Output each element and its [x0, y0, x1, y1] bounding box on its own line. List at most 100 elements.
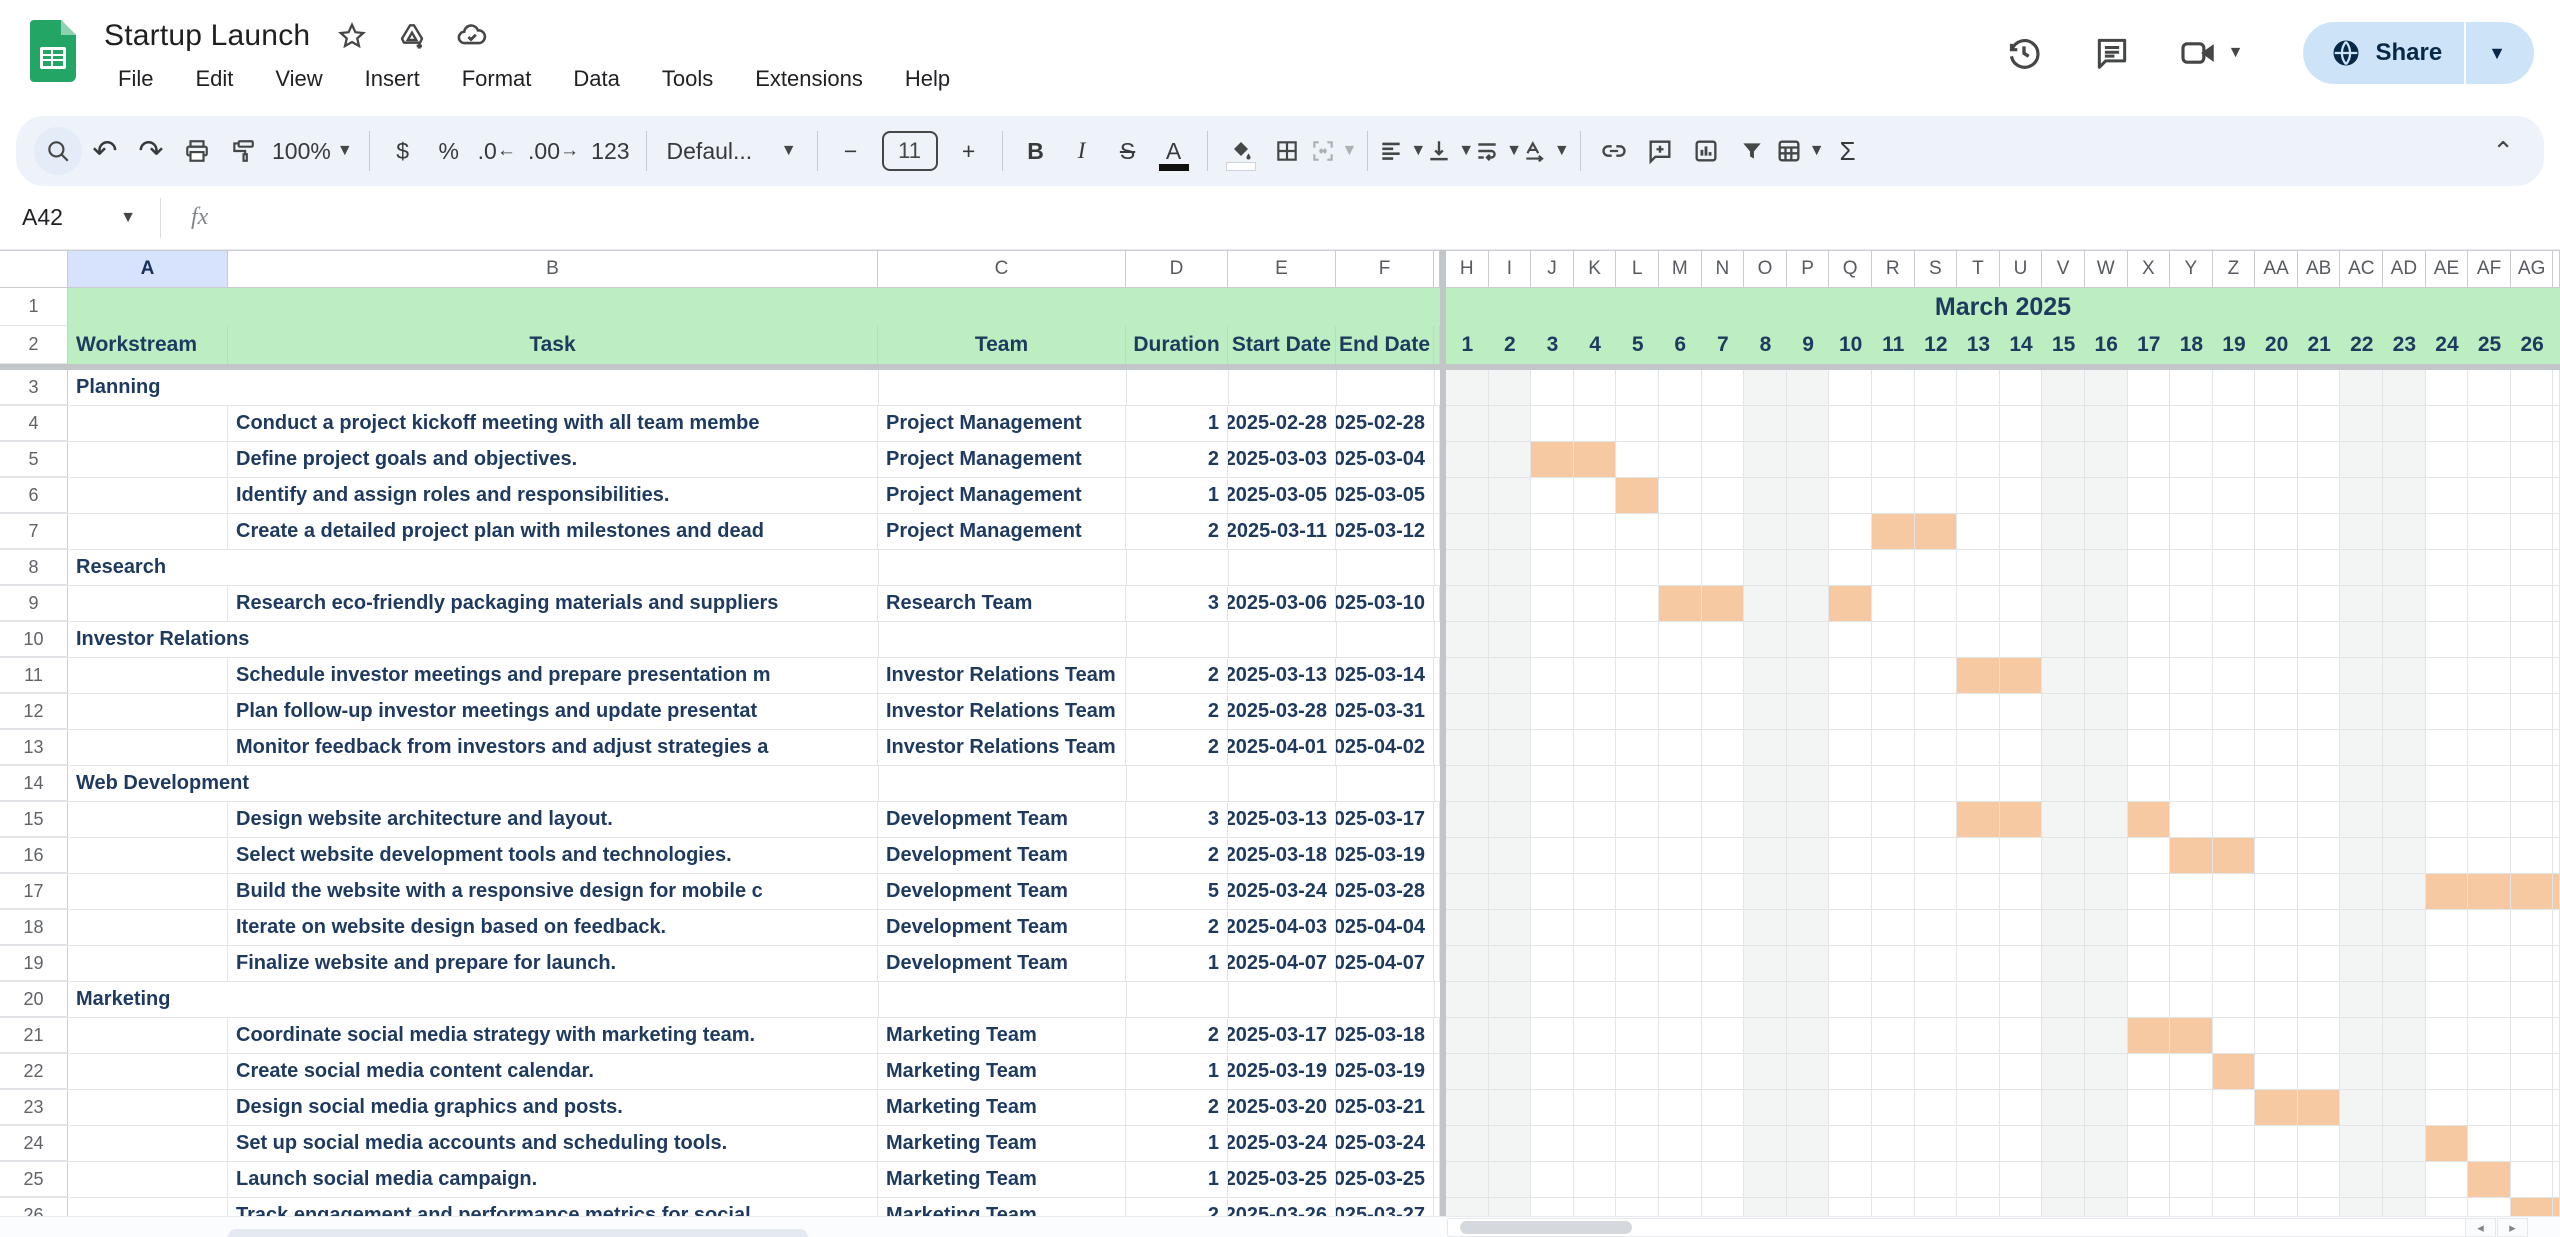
column-header-AB[interactable]: AB	[2298, 250, 2341, 288]
gantt-cell[interactable]	[1489, 1126, 1532, 1161]
cell-duration[interactable]: 5	[1126, 874, 1228, 909]
cell-workstream[interactable]	[68, 1054, 228, 1089]
gantt-cell[interactable]	[2042, 802, 2085, 837]
scrollbar-thumb[interactable]	[1460, 1221, 1632, 1234]
gantt-cell[interactable]	[2511, 1018, 2554, 1053]
gantt-cell[interactable]	[2085, 1054, 2128, 1089]
gantt-cell[interactable]	[1787, 550, 1830, 585]
cell-end-date[interactable]: 2025-03-05	[1336, 478, 1434, 513]
gantt-cell[interactable]	[2426, 514, 2469, 549]
gantt-cell[interactable]	[1702, 1054, 1745, 1089]
gantt-cell[interactable]	[1915, 694, 1958, 729]
cell-start-date[interactable]: 2025-03-05	[1228, 478, 1336, 513]
gantt-cell[interactable]	[1915, 766, 1958, 801]
gantt-cell[interactable]	[2383, 442, 2426, 477]
row-number[interactable]: 18	[0, 910, 68, 945]
gantt-cell[interactable]	[1915, 1090, 1958, 1125]
gantt-cell[interactable]	[1616, 766, 1659, 801]
gantt-cell[interactable]	[2511, 802, 2554, 837]
gantt-cell[interactable]	[1957, 550, 2000, 585]
gantt-cell[interactable]	[1446, 802, 1489, 837]
gantt-cell[interactable]	[2000, 1126, 2043, 1161]
cell-team[interactable]: Development Team	[878, 946, 1126, 981]
gantt-cell[interactable]	[1787, 514, 1830, 549]
gantt-cell[interactable]	[1829, 1126, 1872, 1161]
cell-task[interactable]: Iterate on website design based on feedb…	[228, 910, 878, 945]
gantt-cell[interactable]	[1574, 622, 1617, 657]
gantt-cell[interactable]	[1446, 838, 1489, 873]
cell-task[interactable]: Plan follow-up investor meetings and upd…	[228, 694, 878, 729]
column-header-A[interactable]: A	[68, 250, 228, 288]
corner-cell[interactable]	[0, 250, 68, 288]
gantt-cell[interactable]	[1957, 802, 2000, 837]
gantt-cell[interactable]	[1446, 874, 1489, 909]
gantt-cell[interactable]	[1915, 946, 1958, 981]
gantt-cell-sliver[interactable]	[2553, 478, 2560, 513]
day-header-8[interactable]: 8	[1744, 326, 1787, 364]
gantt-cell[interactable]	[2298, 1162, 2341, 1197]
gantt-cell-sliver[interactable]	[2553, 370, 2560, 405]
gantt-cell[interactable]	[1915, 586, 1958, 621]
gantt-cell-sliver[interactable]	[2553, 766, 2560, 801]
gantt-cell[interactable]	[1531, 1018, 1574, 1053]
day-header-2[interactable]: 2	[1489, 326, 1532, 364]
gantt-cell[interactable]	[2170, 910, 2213, 945]
gantt-cell[interactable]	[1574, 370, 1617, 405]
gantt-cell[interactable]	[1829, 478, 1872, 513]
cell-task[interactable]: Conduct a project kickoff meeting with a…	[228, 406, 878, 441]
gantt-cell[interactable]	[1659, 694, 1702, 729]
decrease-font-size-button[interactable]: −	[828, 127, 874, 175]
gantt-cell[interactable]	[2255, 622, 2298, 657]
gantt-cell[interactable]	[1829, 910, 1872, 945]
gantt-cell[interactable]	[2170, 586, 2213, 621]
gantt-cell[interactable]	[2340, 1126, 2383, 1161]
gantt-cell[interactable]	[2085, 838, 2128, 873]
gantt-cell[interactable]	[1787, 730, 1830, 765]
gantt-cell[interactable]	[1872, 406, 1915, 441]
cell-task[interactable]: Create a detailed project plan with mile…	[228, 514, 878, 549]
gantt-cell[interactable]	[1829, 766, 1872, 801]
gantt-cell[interactable]	[2468, 1054, 2511, 1089]
gantt-cell[interactable]	[2085, 442, 2128, 477]
gantt-cell[interactable]	[2213, 946, 2256, 981]
gantt-cell[interactable]	[1872, 982, 1915, 1017]
gantt-cell[interactable]	[1616, 514, 1659, 549]
cell-end-date[interactable]	[1337, 370, 1435, 405]
gantt-cell[interactable]	[1915, 730, 1958, 765]
column-header-N[interactable]: N	[1702, 250, 1745, 288]
day-header-20[interactable]: 20	[2255, 326, 2298, 364]
cell-end-date[interactable]: 2025-03-24	[1336, 1126, 1434, 1161]
gantt-cell[interactable]	[1702, 982, 1745, 1017]
cell-duration[interactable]: 1	[1126, 1126, 1228, 1161]
gantt-cell[interactable]	[1531, 946, 1574, 981]
cell-workstream[interactable]	[68, 874, 228, 909]
cell-workstream[interactable]: Investor Relations	[68, 622, 879, 657]
gantt-cell[interactable]	[2255, 982, 2298, 1017]
gantt-cell-sliver[interactable]	[2553, 982, 2560, 1017]
cell-end-date[interactable]: 2025-03-31	[1336, 694, 1434, 729]
gantt-cell[interactable]	[2170, 658, 2213, 693]
gantt-cell[interactable]	[2468, 550, 2511, 585]
gantt-cell[interactable]	[1957, 946, 2000, 981]
gantt-cell[interactable]	[2213, 874, 2256, 909]
gantt-cell[interactable]	[1531, 766, 1574, 801]
column-header-sliver[interactable]	[2553, 250, 2560, 288]
gantt-cell[interactable]	[1787, 946, 1830, 981]
gantt-cell[interactable]	[1915, 982, 1958, 1017]
table-tools-icon[interactable]: ▼	[1775, 127, 1825, 175]
gantt-cell[interactable]	[2170, 1090, 2213, 1125]
day-header-24[interactable]: 24	[2426, 326, 2469, 364]
gantt-cell[interactable]	[2213, 406, 2256, 441]
gantt-cell[interactable]	[1659, 586, 1702, 621]
document-title[interactable]: Startup Launch	[104, 19, 310, 53]
gantt-cell[interactable]	[1574, 1018, 1617, 1053]
gantt-cell-sliver[interactable]	[2553, 1162, 2560, 1197]
header-team[interactable]: Team	[878, 326, 1126, 364]
cell-start-date[interactable]: 2025-03-11	[1228, 514, 1336, 549]
gantt-cell-sliver[interactable]	[2553, 838, 2560, 873]
cell-task[interactable]: Set up social media accounts and schedul…	[228, 1126, 878, 1161]
gantt-cell[interactable]	[2255, 658, 2298, 693]
gantt-cell[interactable]	[2511, 730, 2554, 765]
gantt-cell[interactable]	[2383, 1018, 2426, 1053]
gantt-cell[interactable]	[1531, 406, 1574, 441]
